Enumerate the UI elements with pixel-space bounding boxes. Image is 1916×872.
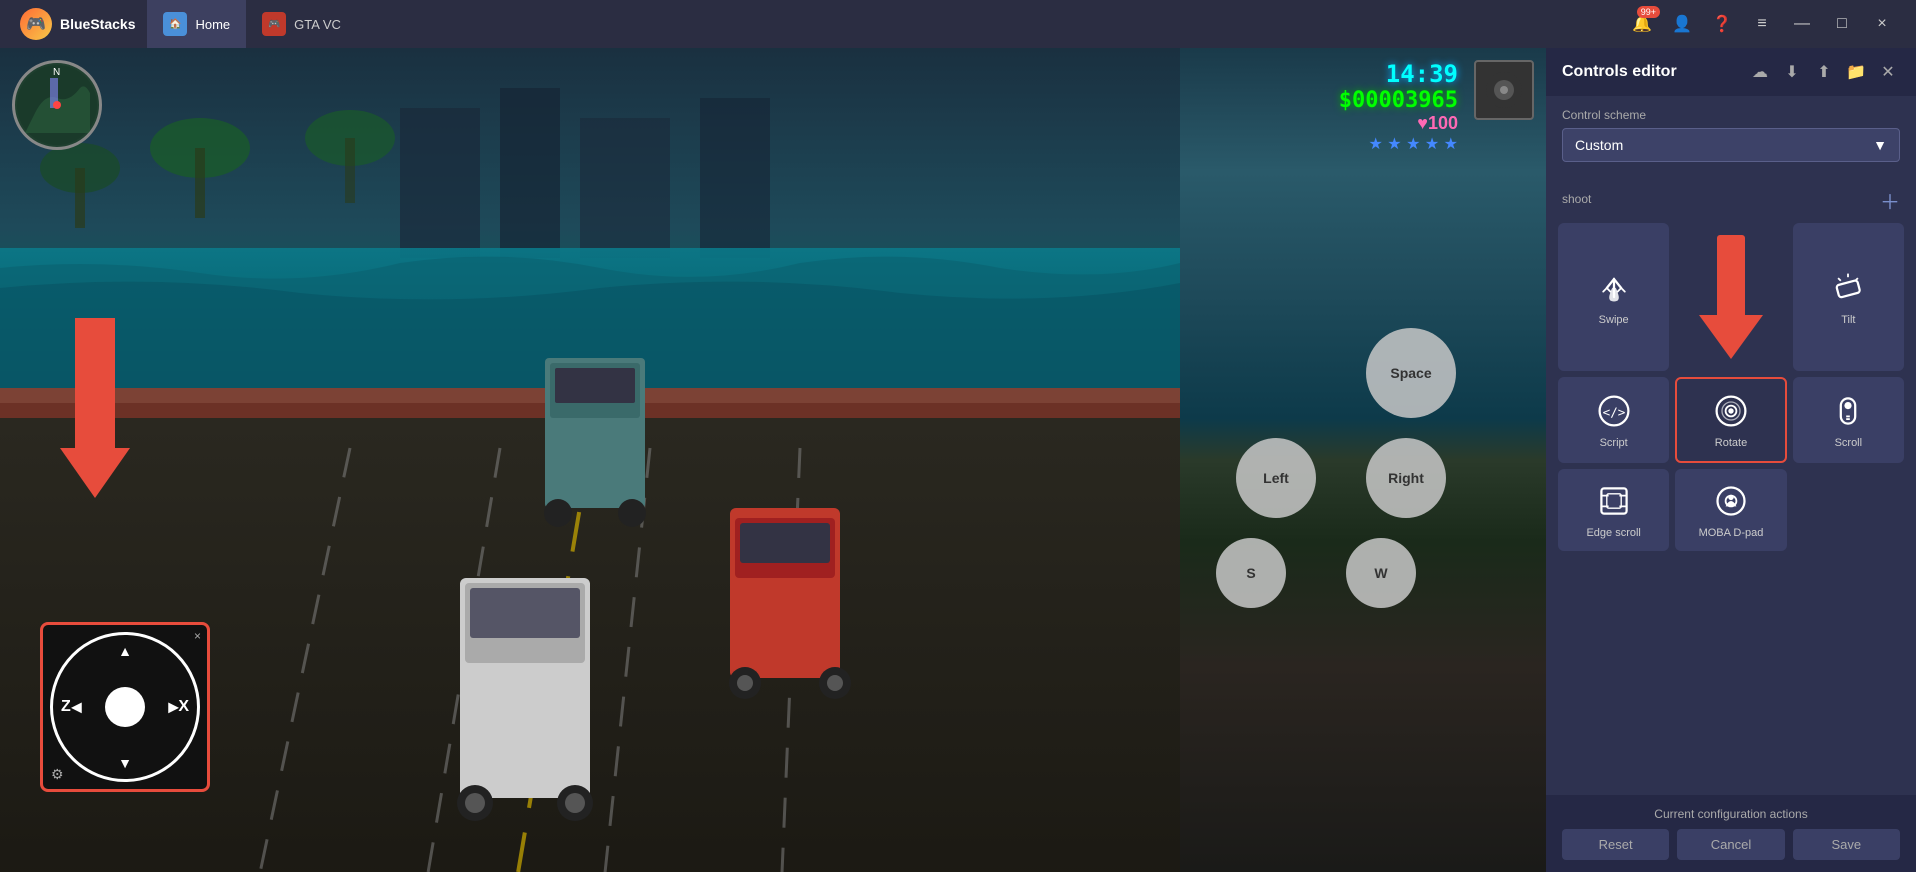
home-tab[interactable]: 🏠 Home — [147, 0, 246, 48]
controls-grid: Swipe — [1554, 219, 1908, 555]
game-scene-svg — [0, 48, 1546, 872]
panel-title: Controls editor — [1562, 63, 1677, 81]
gta-tab[interactable]: 🎮 GTA VC — [246, 0, 357, 48]
control-item-swipe[interactable]: Swipe — [1558, 223, 1669, 371]
panel-close-btn[interactable]: ✕ — [1876, 60, 1900, 84]
notification-badge: 99+ — [1637, 6, 1660, 18]
moba-dpad-icon — [1711, 481, 1751, 521]
cancel-button[interactable]: Cancel — [1677, 829, 1784, 860]
rotate-label: Rotate — [1715, 437, 1747, 449]
control-item-arrow-annotation — [1675, 223, 1786, 371]
control-scheme-label: Control scheme — [1562, 108, 1900, 122]
top-bar: 🎮 BlueStacks 🏠 Home 🎮 GTA VC 🔔 99+ 👤 ❓ ≡… — [0, 0, 1916, 48]
menu-button[interactable]: ≡ — [1748, 10, 1776, 38]
app-name: BlueStacks — [60, 16, 135, 32]
reset-button[interactable]: Reset — [1562, 829, 1669, 860]
edge-scroll-icon — [1594, 481, 1634, 521]
control-item-script[interactable]: </> Script — [1558, 377, 1669, 463]
panel-download-btn[interactable]: ⬇ — [1780, 60, 1804, 84]
close-button[interactable]: × — [1868, 10, 1896, 38]
logo-area: 🎮 BlueStacks — [8, 8, 147, 40]
panel-header-actions: ☁ ⬇ ⬆ 📁 ✕ — [1748, 60, 1900, 84]
controls-panel: Controls editor ☁ ⬇ ⬆ 📁 ✕ Control scheme… — [1546, 48, 1916, 872]
bluestacks-logo: 🎮 — [20, 8, 52, 40]
game-background — [0, 48, 1546, 872]
control-scheme-dropdown[interactable]: Custom ▼ — [1562, 128, 1900, 162]
main-content: N 14:39 $00003965 ♥100 ★ ★ ★ ★ ★ — [0, 48, 1916, 872]
edge-scroll-label: Edge scroll — [1586, 527, 1640, 539]
maximize-button[interactable]: □ — [1828, 10, 1856, 38]
scheme-value: Custom — [1575, 137, 1623, 153]
control-item-rotate[interactable]: Rotate — [1675, 377, 1786, 463]
minimize-button[interactable]: — — [1788, 10, 1816, 38]
topbar-actions: 🔔 99+ 👤 ❓ ≡ — □ × — [1628, 10, 1908, 38]
rotate-icon — [1711, 391, 1751, 431]
scroll-label: Scroll — [1835, 437, 1863, 449]
control-scheme-section: Control scheme Custom ▼ — [1546, 96, 1916, 174]
swipe-icon — [1594, 268, 1634, 308]
help-button[interactable]: ❓ — [1708, 10, 1736, 38]
scroll-icon — [1828, 391, 1868, 431]
script-label: Script — [1600, 437, 1628, 449]
panel-upload-btn[interactable]: ☁ — [1748, 60, 1772, 84]
svg-text:</>: </> — [1602, 404, 1625, 419]
script-icon: </> — [1594, 391, 1634, 431]
account-button[interactable]: 👤 — [1668, 10, 1696, 38]
control-item-edge-scroll[interactable]: Edge scroll — [1558, 469, 1669, 551]
save-button[interactable]: Save — [1793, 829, 1900, 860]
panel-footer: Current configuration actions Reset Canc… — [1546, 795, 1916, 872]
home-tab-label: Home — [195, 17, 230, 32]
add-control-button[interactable]: ＋ — [1872, 182, 1908, 219]
swipe-label: Swipe — [1599, 314, 1629, 326]
notification-button[interactable]: 🔔 99+ — [1628, 10, 1656, 38]
footer-buttons: Reset Cancel Save — [1562, 829, 1900, 860]
home-tab-icon: 🏠 — [163, 12, 187, 36]
shoot-label: shoot — [1554, 188, 1599, 214]
panel-share-btn[interactable]: ⬆ — [1812, 60, 1836, 84]
gta-tab-icon: 🎮 — [262, 12, 286, 36]
control-item-scroll[interactable]: Scroll — [1793, 377, 1904, 463]
control-item-tilt[interactable]: Tilt — [1793, 223, 1904, 371]
moba-dpad-label: MOBA D-pad — [1699, 527, 1764, 539]
game-viewport[interactable]: N 14:39 $00003965 ♥100 ★ ★ ★ ★ ★ — [0, 48, 1546, 872]
gta-tab-label: GTA VC — [294, 17, 341, 32]
panel-header: Controls editor ☁ ⬇ ⬆ 📁 ✕ — [1546, 48, 1916, 96]
tilt-label: Tilt — [1841, 314, 1855, 326]
dropdown-chevron-icon: ▼ — [1873, 137, 1887, 153]
control-item-moba-dpad[interactable]: MOBA D-pad — [1675, 469, 1786, 551]
tilt-icon — [1828, 268, 1868, 308]
controls-grid-container[interactable]: shoot ＋ Sw — [1546, 174, 1916, 795]
config-actions-label: Current configuration actions — [1562, 807, 1900, 821]
panel-folder-btn[interactable]: 📁 — [1844, 60, 1868, 84]
